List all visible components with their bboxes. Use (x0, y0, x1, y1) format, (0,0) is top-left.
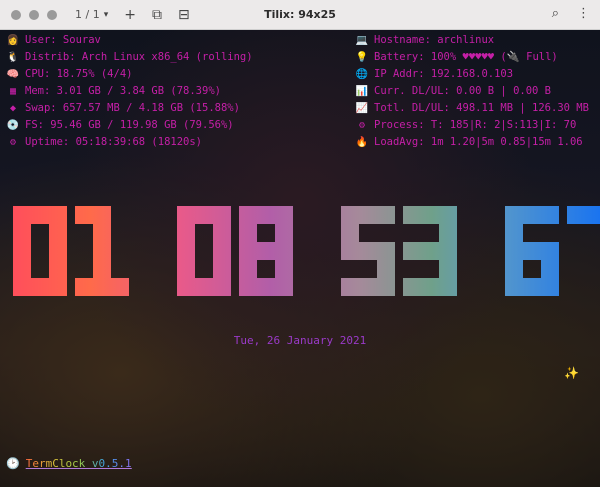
sysinfo-row: 💿 FS: 95.46 GB / 119.98 GB (79.56%) (6, 117, 253, 134)
split-down-icon[interactable]: ⊟ (178, 8, 190, 22)
ip-label: IP Addr: 192.168.0.103 (374, 68, 514, 80)
user-icon: 👩 (6, 35, 20, 46)
clock-digit-7 (567, 206, 600, 224)
fire-icon: 🔥 (355, 137, 369, 148)
big-clock (13, 206, 600, 296)
disk-icon: 💿 (6, 120, 20, 131)
sysinfo-left: 👩 User: Sourav 🐧 Distrib: Arch Linux x86_6… (6, 32, 253, 151)
search-icon[interactable]: ⌕ (552, 6, 559, 21)
cpu-label: CPU: 18.75% (4/4) (25, 68, 133, 80)
sysinfo-row: ⚙ Uptime: 05:18:39:68 (18120s) (6, 134, 253, 151)
laptop-icon: 💻 (355, 35, 369, 46)
memory-icon: ▦ (9, 86, 17, 97)
titlebar: 1 / 1 ▾ + ⧉ ⊟ Tilix: 94x25 ⌕ ⋮ (0, 0, 600, 30)
footer: 🕑 TermClock v0.5.1 (6, 457, 132, 470)
sysinfo-right: 💻 Hostname: archlinux 💡 Battery: 100% ♥♥♥♥… (355, 32, 589, 151)
clock-digit-8 (239, 206, 293, 296)
minimize-window-button[interactable] (29, 9, 39, 20)
sysinfo-row: ▦ Mem: 3.01 GB / 3.84 GB (78.39%) (6, 83, 253, 100)
swap-label: Swap: 657.57 MB / 4.18 GB (15.88%) (25, 102, 240, 114)
sparkle-icon: ✨ (564, 366, 579, 380)
clock-digit-3 (403, 206, 457, 296)
chart-icon: 📊 (355, 86, 369, 97)
total-dlul-label: Totl. DL/UL: 498.11 MB | 126.30 MB (374, 102, 589, 114)
more-icon[interactable]: ⋮ (577, 6, 590, 21)
user-label: User: Sourav (25, 34, 101, 46)
close-window-button[interactable] (11, 9, 21, 20)
distrib-label: Distrib: Arch Linux x86_64 (rolling) (25, 51, 253, 63)
sysinfo-row: ◆ Swap: 657.57 MB / 4.18 GB (15.88%) (6, 100, 253, 117)
terminal-area[interactable]: 👩 User: Sourav 🐧 Distrib: Arch Linux x86_6… (0, 30, 600, 487)
date-label: Tue, 26 January 2021 (233, 334, 367, 347)
sysinfo-row: 📈 Totl. DL/UL: 498.11 MB | 126.30 MB (355, 100, 589, 117)
clock-digit-5 (341, 206, 395, 296)
tilix-window: 1 / 1 ▾ + ⧉ ⊟ Tilix: 94x25 ⌕ ⋮ 👩 User: So… (0, 0, 600, 487)
clock-icon: 🕑 (6, 457, 20, 470)
battery-label: Battery: 100% ♥♥♥♥♥ (🔌 Full) (374, 51, 558, 63)
sysinfo-row: 📊 Curr. DL/UL: 0.00 B | 0.00 B (355, 83, 589, 100)
clock-digit-1 (75, 206, 129, 296)
cogs-icon: ⚙ (358, 120, 366, 131)
chevron-down-icon[interactable]: ▾ (104, 10, 109, 20)
sysinfo-row: 🔥 LoadAvg: 1m 1.20|5m 0.85|15m 1.06 (355, 134, 589, 151)
penguin-icon: 🐧 (6, 52, 20, 63)
sysinfo-row: 💻 Hostname: archlinux (355, 32, 589, 49)
sysinfo-row: 🐧 Distrib: Arch Linux x86_64 (rolling) (6, 49, 253, 66)
bars-icon: 📈 (355, 103, 369, 114)
uptime-label: Uptime: 05:18:39:68 (18120s) (25, 136, 203, 148)
split-right-icon[interactable]: ⧉ (152, 8, 162, 22)
process-label: Process: T: 185|R: 2|S:113|I: 70 (374, 119, 577, 131)
clock-digit-6 (505, 206, 559, 296)
brain-icon: 🧠 (6, 69, 20, 80)
mem-label: Mem: 3.01 GB / 3.84 GB (78.39%) (25, 85, 221, 97)
clock-digit-0 (177, 206, 231, 296)
sysinfo-row: 🧠 CPU: 18.75% (4/4) (6, 66, 253, 83)
clock-digit-0 (13, 206, 67, 296)
hostname-label: Hostname: archlinux (374, 34, 495, 46)
add-terminal-icon[interactable]: + (124, 8, 136, 22)
app-name-label: TermClock v0.5.1 (25, 457, 132, 470)
session-counter[interactable]: 1 / 1 (75, 8, 100, 21)
fs-label: FS: 95.46 GB / 119.98 GB (79.56%) (25, 119, 234, 131)
sysinfo-row: 💡 Battery: 100% ♥♥♥♥♥ (🔌 Full) (355, 49, 589, 66)
sysinfo-row: ⚙ Process: T: 185|R: 2|S:113|I: 70 (355, 117, 589, 134)
sysinfo-row: 🌐 IP Addr: 192.168.0.103 (355, 66, 589, 83)
loadavg-label: LoadAvg: 1m 1.20|5m 0.85|15m 1.06 (374, 136, 583, 148)
globe-icon: 🌐 (355, 69, 369, 80)
swap-icon: ◆ (9, 103, 17, 114)
maximize-window-button[interactable] (47, 9, 57, 20)
gear-icon: ⚙ (9, 137, 17, 148)
curr-dlul-label: Curr. DL/UL: 0.00 B | 0.00 B (374, 85, 552, 97)
sysinfo-row: 👩 User: Sourav (6, 32, 253, 49)
bulb-icon: 💡 (355, 52, 369, 63)
